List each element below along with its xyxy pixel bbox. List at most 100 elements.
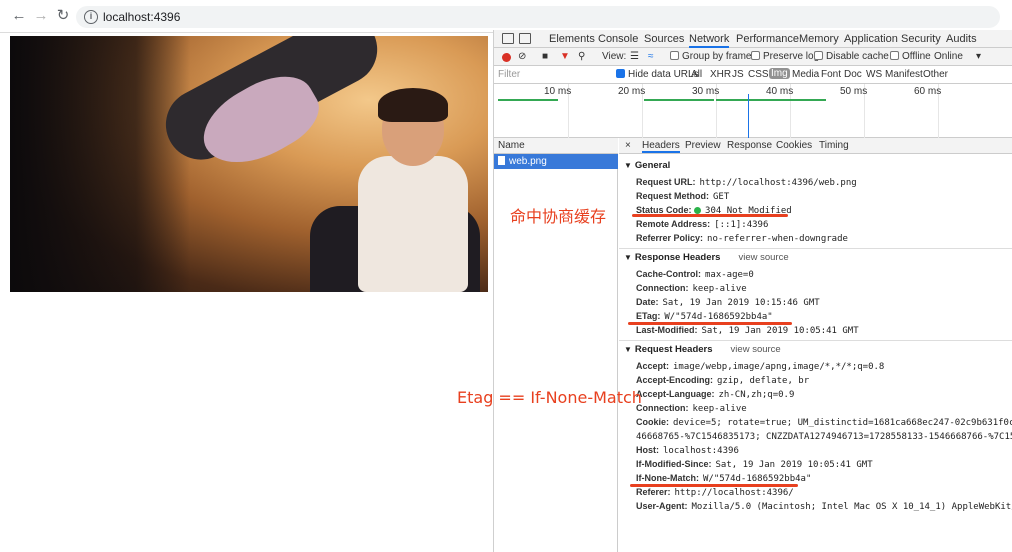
header-row: Connection: keep-alive: [636, 283, 747, 294]
header-row: Referer: http://localhost:4396/: [636, 487, 794, 498]
cache-hit-annotation: 命中协商缓存: [510, 207, 607, 226]
header-row: ETag: W/"574d-1686592bb4a": [636, 311, 773, 322]
header-row: Request Method: GET: [636, 191, 730, 202]
tab-performance[interactable]: Performance: [736, 33, 799, 45]
filter-other[interactable]: Other: [923, 69, 948, 80]
tab-memory[interactable]: Memory: [799, 33, 839, 45]
search-icon[interactable]: ⚲: [578, 51, 585, 62]
clear-icon[interactable]: ⊘: [518, 51, 526, 62]
header-row: Accept: image/webp,image/apng,image/*,*/*…: [636, 361, 885, 372]
camera-icon[interactable]: ■: [542, 51, 548, 62]
header-row: If-None-Match: W/"574d-1686592bb4a": [636, 473, 812, 484]
tick-label: 50 ms: [840, 86, 868, 97]
general-section-header[interactable]: ▼ General: [619, 160, 670, 171]
tab-console[interactable]: Console: [598, 33, 638, 45]
tab-application[interactable]: Application: [844, 33, 898, 45]
header-row: Connection: keep-alive: [636, 403, 747, 414]
dom-loaded-marker: [748, 94, 749, 138]
filter-media[interactable]: Media: [792, 69, 819, 80]
response-headers-section-header[interactable]: ▼ Response Headers view source: [619, 252, 789, 263]
tick-label: 30 ms: [692, 86, 720, 97]
header-row: If-Modified-Since: Sat, 19 Jan 2019 10:05…: [636, 459, 873, 470]
tab-elements[interactable]: Elements: [549, 33, 595, 45]
timing-bar-green: [716, 99, 826, 101]
network-overview[interactable]: 10 ms 20 ms 30 ms 40 ms 50 ms 60 ms: [494, 84, 1012, 138]
tab-sources[interactable]: Sources: [644, 33, 684, 45]
disable-cache-checkbox[interactable]: Disable cache: [814, 51, 889, 62]
info-icon[interactable]: i: [84, 10, 98, 24]
close-icon[interactable]: ×: [625, 140, 631, 151]
filter-input[interactable]: Filter: [498, 69, 608, 82]
request-row[interactable]: web.png: [494, 154, 618, 169]
header-row: Cache-Control: max-age=0: [636, 269, 754, 280]
status-underline: [632, 214, 788, 217]
header-row: User-Agent: Mozilla/5.0 (Macintosh; Intel…: [636, 501, 1012, 512]
forward-arrow-icon[interactable]: →: [32, 7, 50, 25]
group-by-frame-checkbox[interactable]: Group by frame: [670, 51, 751, 62]
large-rows-icon[interactable]: ☰: [630, 51, 639, 62]
filter-doc[interactable]: Doc: [844, 69, 862, 80]
header-row: Referrer Policy: no-referrer-when-downgra…: [636, 233, 848, 244]
tab-cookies[interactable]: Cookies: [776, 140, 812, 151]
request-details: × Headers Preview Response Cookies Timin…: [619, 138, 1012, 552]
tab-network[interactable]: Network: [689, 33, 730, 48]
network-toolbar: ⊘ ■ ▼ ⚲ View: ☰ ≈ Group by frame Preserv…: [494, 48, 1012, 66]
timing-bar-green: [498, 99, 558, 101]
tab-headers[interactable]: Headers: [642, 140, 680, 153]
hide-data-urls-checkbox[interactable]: Hide data URLs: [616, 69, 699, 80]
offline-checkbox[interactable]: Offline: [890, 51, 931, 62]
divider: [619, 248, 1012, 249]
header-row: Date: Sat, 19 Jan 2019 10:15:46 GMT: [636, 297, 820, 308]
tab-audits[interactable]: Audits: [946, 33, 977, 45]
throttling-select[interactable]: Online: [934, 51, 963, 62]
tick-label: 40 ms: [766, 86, 794, 97]
if-none-match-underline: [630, 484, 798, 487]
address-bar[interactable]: i localhost:4396: [76, 6, 1000, 28]
inspect-icon[interactable]: [502, 33, 514, 44]
status-ok-icon: [694, 207, 702, 214]
preserve-log-checkbox[interactable]: Preserve log: [751, 51, 819, 62]
timing-bar-green: [644, 99, 714, 101]
url-text[interactable]: localhost:4396: [103, 10, 180, 24]
filter-icon[interactable]: ▼: [560, 51, 570, 62]
overview-icon[interactable]: ≈: [648, 51, 654, 62]
view-label: View:: [602, 51, 627, 62]
tab-timing[interactable]: Timing: [819, 140, 849, 151]
image-shadow: [10, 36, 190, 292]
tick-label: 10 ms: [544, 86, 572, 97]
filter-css[interactable]: CSS: [748, 69, 769, 80]
column-header-name[interactable]: Name: [494, 138, 618, 154]
image-hair: [378, 88, 448, 122]
page-image: [10, 36, 488, 292]
header-row: Accept-Encoding: gzip, deflate, br: [636, 375, 810, 386]
filter-js[interactable]: JS: [732, 69, 744, 80]
header-row: Request URL: http://localhost:4396/web.pn…: [636, 177, 857, 188]
view-source-link[interactable]: view source: [731, 344, 781, 355]
record-icon[interactable]: [502, 53, 511, 62]
devtools-tab-bar: Elements Console Sources Network Perform…: [494, 30, 1012, 48]
device-toggle-icon[interactable]: [519, 33, 531, 44]
filter-font[interactable]: Font: [821, 69, 841, 80]
chevron-down-icon[interactable]: ▾: [976, 51, 981, 62]
etag-underline: [628, 322, 792, 325]
filter-all[interactable]: All: [691, 69, 702, 80]
request-headers-section-header[interactable]: ▼ Request Headers view source: [619, 344, 781, 355]
header-row: Accept-Language: zh-CN,zh;q=0.9: [636, 389, 795, 400]
filter-manifest[interactable]: Manifest: [885, 69, 923, 80]
reload-icon[interactable]: ↻: [54, 7, 72, 25]
tab-preview[interactable]: Preview: [685, 140, 721, 151]
tick-label: 20 ms: [618, 86, 646, 97]
image-file-icon: [498, 156, 505, 165]
tab-response[interactable]: Response: [727, 140, 772, 151]
etag-annotation: Etag == If-None-Match: [457, 388, 642, 407]
back-arrow-icon[interactable]: ←: [10, 7, 28, 25]
view-source-link[interactable]: view source: [738, 252, 788, 263]
filter-img[interactable]: Img: [769, 68, 790, 79]
tab-security[interactable]: Security: [901, 33, 941, 45]
header-row-continued: 46668765-%7C1546835173; CNZZDATA12749467…: [636, 432, 1012, 442]
header-row: Last-Modified: Sat, 19 Jan 2019 10:05:41 …: [636, 325, 859, 336]
header-row: Remote Address: [::1]:4396: [636, 219, 769, 230]
filter-xhr[interactable]: XHR: [710, 69, 731, 80]
tick-label: 60 ms: [914, 86, 942, 97]
filter-ws[interactable]: WS: [866, 69, 882, 80]
